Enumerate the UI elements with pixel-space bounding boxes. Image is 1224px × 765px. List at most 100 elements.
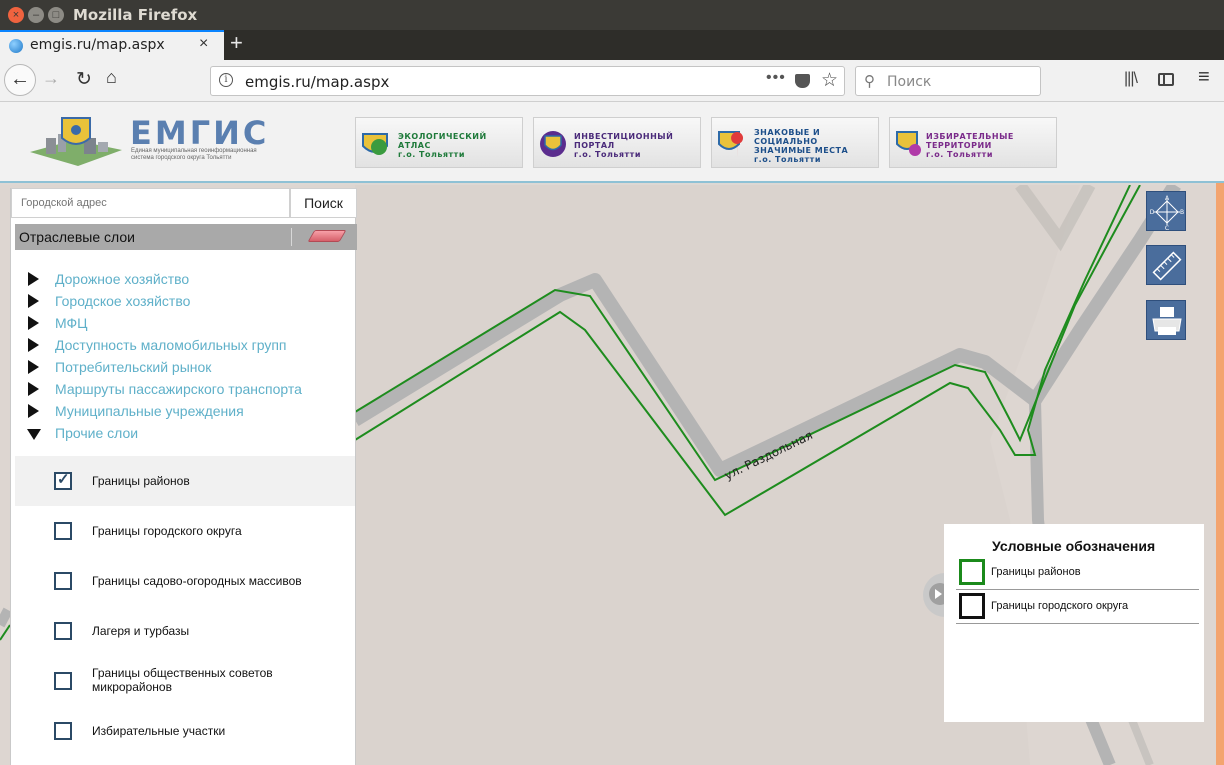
forward-button[interactable]: → — [42, 68, 60, 89]
hamburger-menu-icon[interactable]: ≡ — [1198, 66, 1210, 89]
layer-row-public-councils[interactable]: Границы общественных советов микрорайоно… — [15, 656, 355, 706]
significant-places-icon — [718, 131, 744, 158]
category-label[interactable]: Маршруты пассажирского транспорта — [55, 381, 302, 397]
printer-icon — [1152, 307, 1182, 335]
layer-label: Границы городского округа — [92, 524, 242, 538]
category-road[interactable]: Дорожное хозяйство — [11, 269, 357, 289]
layer-row-district-borders[interactable]: ✓ Границы районов — [15, 456, 355, 506]
print-tool-button[interactable] — [1146, 300, 1186, 340]
layer-label: Избирательные участки — [92, 724, 226, 738]
portal-label-eco: ЭКОЛОГИЧЕСКИЙ АТЛАС г.о. Тольятти — [398, 132, 487, 159]
layers-panel: Поиск Отраслевые слои Дорожное хозяйство… — [10, 188, 357, 765]
home-button[interactable]: ⌂ — [106, 67, 117, 88]
navigation-tool-button[interactable]: A B C D — [1146, 191, 1186, 232]
address-search-button[interactable]: Поиск — [290, 188, 357, 218]
search-icon: ⚲ — [864, 73, 875, 90]
industry-layers-header[interactable]: Отраслевые слои — [15, 224, 357, 250]
expand-arrow-icon[interactable] — [28, 360, 39, 374]
expand-arrow-icon[interactable] — [28, 294, 39, 308]
layer-checkbox[interactable] — [54, 672, 72, 690]
expand-arrow-icon[interactable] — [28, 272, 39, 286]
category-label[interactable]: Прочие слои — [55, 425, 138, 441]
layer-row-garden-borders[interactable]: Границы садово-огородных массивов — [15, 556, 355, 606]
layer-checkbox[interactable] — [54, 722, 72, 740]
industry-layers-title: Отраслевые слои — [19, 229, 135, 245]
portal-label-places: ЗНАКОВЫЕ И СОЦИАЛЬНО ЗНАЧИМЫЕ МЕСТА г.о.… — [754, 128, 849, 164]
legend-label: Границы районов — [991, 566, 1081, 578]
layer-label: Лагеря и турбазы — [92, 624, 190, 638]
layer-checkbox[interactable] — [54, 522, 72, 540]
layer-row-city-borders[interactable]: Границы городского округа — [15, 506, 355, 556]
category-consumer-market[interactable]: Потребительский рынок — [11, 357, 357, 377]
header-divider — [291, 228, 292, 246]
category-city-services[interactable]: Городское хозяйство — [11, 291, 357, 311]
window-maximize-button[interactable]: □ — [48, 7, 64, 23]
road-left-edge — [0, 607, 13, 628]
browser-search-input[interactable]: ⚲ Поиск — [855, 66, 1041, 96]
eco-atlas-link[interactable]: ЭКОЛОГИЧЕСКИЙ АТЛАС г.о. Тольятти — [355, 117, 523, 168]
url-bar[interactable]: i emgis.ru/map.aspx ••• ☆ — [210, 66, 845, 96]
legend-item: Границы городского округа — [956, 590, 1199, 624]
category-label[interactable]: МФЦ — [55, 315, 88, 331]
logo-icon — [30, 117, 122, 166]
expand-arrow-icon[interactable] — [28, 404, 39, 418]
ruler-tool-button[interactable] — [1146, 245, 1186, 285]
layer-label: Границы садово-огородных массивов — [92, 574, 302, 588]
site-logo-title: ЕМГИС — [130, 114, 270, 152]
election-territories-icon — [896, 131, 921, 156]
investment-portal-link[interactable]: ИНВЕСТИЦИОННЫЙ ПОРТАЛ г.о. Тольятти — [533, 117, 701, 168]
category-transport-routes[interactable]: Маршруты пассажирского транспорта — [11, 379, 357, 399]
address-search-input[interactable] — [11, 188, 290, 218]
portal-label-election: ИЗБИРАТЕЛЬНЫЕ ТЕРРИТОРИИ г.о. Тольятти — [926, 132, 1014, 159]
legend-item: Границы районов — [956, 556, 1199, 590]
category-label[interactable]: Дорожное хозяйство — [55, 271, 189, 287]
category-accessibility[interactable]: Доступность маломобильных групп — [11, 335, 357, 355]
legend-swatch-green — [959, 559, 985, 585]
ruler-icon — [1152, 251, 1182, 281]
library-icon[interactable]: |||\ — [1124, 70, 1138, 88]
portal-label-invest: ИНВЕСТИЦИОННЫЙ ПОРТАЛ г.о. Тольятти — [574, 132, 674, 159]
back-button[interactable]: ← — [4, 64, 36, 96]
page-actions-icon[interactable]: ••• — [766, 69, 786, 87]
collapse-arrow-icon[interactable] — [27, 429, 41, 440]
eraser-icon[interactable] — [307, 230, 347, 242]
new-tab-button[interactable]: + — [230, 30, 243, 56]
category-other-layers[interactable]: Прочие слои — [11, 423, 357, 443]
site-logo-subtitle: Единая муниципальная геоинформационная с… — [131, 148, 257, 161]
chevron-right-icon — [935, 589, 942, 599]
reload-button[interactable]: ↻ — [76, 68, 92, 91]
browser-tab[interactable]: emgis.ru/map.aspx × — [0, 30, 224, 60]
layer-checkbox[interactable] — [54, 622, 72, 640]
expand-arrow-icon[interactable] — [28, 338, 39, 352]
bookmark-star-icon[interactable]: ☆ — [821, 69, 838, 92]
election-territories-link[interactable]: ИЗБИРАТЕЛЬНЫЕ ТЕРРИТОРИИ г.о. Тольятти — [889, 117, 1057, 168]
category-label[interactable]: Городское хозяйство — [55, 293, 190, 309]
window-minimize-button[interactable]: – — [28, 7, 44, 23]
svg-text:A: A — [1165, 195, 1170, 202]
check-icon: ✓ — [57, 471, 70, 488]
category-label[interactable]: Муниципальные учреждения — [55, 403, 244, 419]
layer-checkbox[interactable] — [54, 572, 72, 590]
url-text[interactable]: emgis.ru/map.aspx — [245, 73, 389, 91]
svg-text:C: C — [1165, 225, 1169, 232]
info-icon[interactable]: i — [219, 73, 233, 87]
window-close-button[interactable]: × — [8, 7, 24, 23]
eco-atlas-icon — [362, 133, 388, 155]
layer-checkbox[interactable]: ✓ — [54, 471, 72, 490]
expand-arrow-icon[interactable] — [28, 382, 39, 396]
sidebar-icon[interactable] — [1158, 73, 1174, 86]
significant-places-link[interactable]: ЗНАКОВЫЕ И СОЦИАЛЬНО ЗНАЧИМЫЕ МЕСТА г.о.… — [711, 117, 879, 168]
category-label[interactable]: Доступность маломобильных групп — [55, 337, 287, 353]
category-mfc[interactable]: МФЦ — [11, 313, 357, 333]
pocket-icon[interactable] — [795, 74, 810, 88]
legend-title: Условные обозначения — [992, 538, 1156, 554]
legend-swatch-black — [959, 593, 985, 619]
category-label[interactable]: Потребительский рынок — [55, 359, 211, 375]
tab-close-icon[interactable]: × — [199, 35, 208, 53]
globe-icon — [9, 39, 23, 53]
category-municipal-institutions[interactable]: Муниципальные учреждения — [11, 401, 357, 421]
layer-row-polling-stations[interactable]: Избирательные участки — [15, 706, 355, 756]
expand-arrow-icon[interactable] — [28, 316, 39, 330]
layer-row-camps[interactable]: Лагеря и турбазы — [15, 606, 355, 656]
svg-text:B: B — [1180, 209, 1184, 216]
